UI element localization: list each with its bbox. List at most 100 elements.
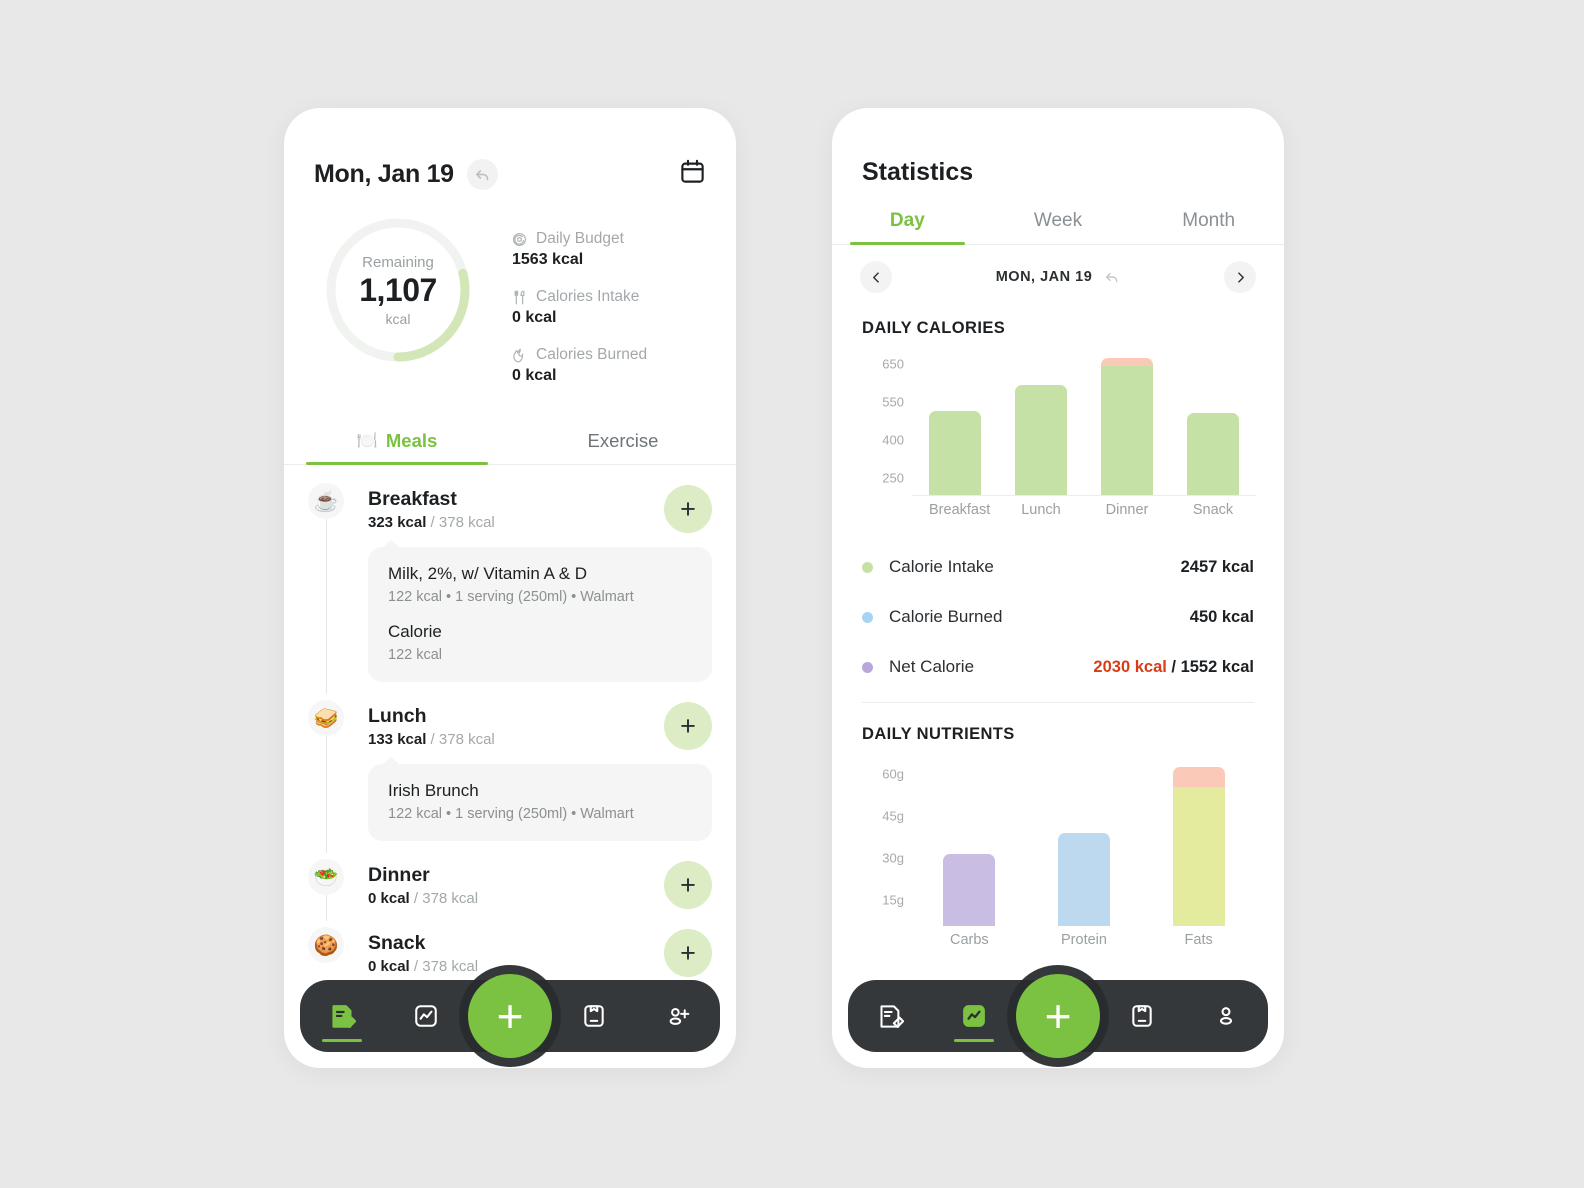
- legend-row-intake: Calorie Intake 2457 kcal: [862, 542, 1254, 592]
- nav-stats[interactable]: [384, 980, 468, 1052]
- prev-day-button[interactable]: [860, 261, 892, 293]
- food-name: Milk, 2%, w/ Vitamin A & D: [388, 564, 588, 583]
- meal-goal: / 378 kcal: [409, 889, 479, 907]
- x-axis: Carbs Protein Fats: [912, 932, 1256, 948]
- timeline-connector: [325, 736, 327, 853]
- plus-icon: +: [680, 937, 696, 968]
- plate-icon: 🍽️: [356, 431, 378, 450]
- daily-calories-title: DAILY CALORIES: [862, 319, 1006, 337]
- bar-lunch[interactable]: [1015, 356, 1067, 495]
- net-goal-value: / 1552 kcal: [1166, 657, 1254, 676]
- cookie-icon: 🍪: [308, 927, 344, 963]
- legend-value: 450 kcal: [1189, 607, 1254, 626]
- x-tick: Lunch: [1021, 502, 1061, 518]
- meal-name: Breakfast: [368, 487, 457, 510]
- nav-profile[interactable]: [636, 980, 720, 1052]
- add-entry-fab[interactable]: +: [468, 974, 552, 1058]
- bar-protein[interactable]: [1057, 766, 1110, 926]
- meal-consumed: 0 kcal: [368, 889, 410, 907]
- tab-month[interactable]: Month: [1133, 210, 1284, 244]
- daily-calories-chart: 650 550 400 250 Breakfast Lunch Dinner S…: [860, 356, 1256, 528]
- meal-section-breakfast: ☕ Breakfast 323 kcal / 378 kcal + Milk, …: [308, 465, 712, 694]
- legend-label: Net Calorie: [889, 657, 975, 676]
- calories-legend: Calorie Intake 2457 kcal Calorie Burned …: [862, 542, 1254, 703]
- legend-value: 2030 kcal / 1552 kcal: [1093, 658, 1254, 677]
- meal-goal: / 378 kcal: [426, 730, 495, 748]
- cutlery-icon: [514, 290, 525, 304]
- bars-area: [912, 356, 1256, 496]
- stat-label: Daily Budget: [536, 230, 624, 247]
- bar-breakfast[interactable]: [929, 356, 981, 495]
- x-tick: Fats: [1184, 932, 1213, 948]
- undo-icon[interactable]: [1104, 269, 1120, 285]
- food-card[interactable]: Milk, 2%, w/ Vitamin A & D 122 kcal • 1 …: [368, 540, 712, 682]
- food-name: Irish Brunch: [388, 781, 479, 800]
- bar-fats[interactable]: [1172, 766, 1225, 926]
- undo-button[interactable]: [466, 158, 498, 190]
- legend-value: 2457 kcal: [1180, 557, 1254, 576]
- tab-day[interactable]: Day: [832, 210, 983, 245]
- tab-meals[interactable]: 🍽️ Meals: [284, 430, 510, 465]
- add-snack-button[interactable]: +: [664, 929, 712, 977]
- plus-icon: +: [1044, 990, 1072, 1042]
- salad-icon: 🥗: [308, 859, 344, 895]
- meal-section-lunch: 🥪 Lunch 133 kcal / 378 kcal + Irish Brun…: [308, 682, 712, 853]
- food-meta: 122 kcal • 1 serving (250ml) • Walmart: [388, 589, 634, 605]
- meal-name: Snack: [368, 931, 426, 954]
- plus-icon: +: [496, 990, 524, 1042]
- bar-snack[interactable]: [1187, 356, 1239, 495]
- stats-icon: [415, 1005, 437, 1027]
- tab-exercise[interactable]: Exercise: [510, 430, 736, 464]
- legend-dot: [862, 611, 873, 623]
- add-dinner-button[interactable]: +: [664, 861, 712, 909]
- bottom-navbar: +: [848, 974, 1268, 1058]
- legend-row-burned: Calorie Burned 450 kcal: [862, 592, 1254, 642]
- nav-weight[interactable]: [1100, 980, 1184, 1052]
- plus-icon: +: [680, 710, 696, 741]
- bar-carbs[interactable]: [943, 766, 996, 926]
- sandwich-icon: 🥪: [308, 700, 344, 736]
- stats-list: Daily Budget 1563 kcal Calories Intake 0…: [512, 214, 647, 404]
- legend-dot: [862, 661, 873, 673]
- calorie-summary: Remaining 1,107 kcal Daily Budget 1563 k…: [284, 190, 736, 404]
- food-card[interactable]: Irish Brunch 122 kcal • 1 serving (250ml…: [368, 757, 712, 841]
- screenshot-canvas: Mon, Jan 19 Remaining 1,107 kcal Daily B…: [0, 0, 1584, 1188]
- nav-weight[interactable]: [552, 980, 636, 1052]
- chevron-right-icon: [1237, 271, 1244, 283]
- bar-segment-intake: [1101, 366, 1153, 495]
- nav-profile[interactable]: [1184, 980, 1268, 1052]
- y-tick: 550: [882, 394, 904, 410]
- bottom-navbar: +: [300, 974, 720, 1058]
- calendar-button[interactable]: [679, 158, 706, 190]
- x-tick: Carbs: [949, 932, 989, 948]
- bar-dinner[interactable]: [1101, 356, 1153, 495]
- add-lunch-button[interactable]: +: [664, 702, 712, 750]
- daily-nutrients-chart: 60g 45g 30g 15g Carbs Protein Fats: [860, 766, 1256, 956]
- diary-icon: [879, 1004, 904, 1028]
- bar-segment-fats: [1172, 787, 1225, 926]
- bars-area: [912, 766, 1256, 926]
- add-entry-fab[interactable]: +: [1016, 974, 1100, 1058]
- meal-consumed: 323 kcal: [368, 513, 427, 531]
- nav-diary[interactable]: [848, 980, 932, 1052]
- nav-stats[interactable]: [932, 980, 1016, 1052]
- diary-header: Mon, Jan 19: [284, 108, 736, 190]
- x-tick: Protein: [1061, 932, 1107, 948]
- bar-segment-protein: [1057, 833, 1110, 926]
- tab-week[interactable]: Week: [983, 210, 1134, 244]
- tab-label: Meals: [385, 430, 438, 451]
- nav-diary[interactable]: [300, 980, 384, 1052]
- x-tick: Breakfast: [929, 502, 991, 518]
- y-tick: 45g: [882, 808, 904, 824]
- add-breakfast-button[interactable]: +: [664, 485, 712, 533]
- tab-label: Exercise: [587, 430, 659, 451]
- meal-consumed: 133 kcal: [368, 730, 427, 748]
- x-tick: Dinner: [1105, 502, 1149, 518]
- target-icon: [512, 232, 527, 246]
- legend-dot: [862, 561, 873, 573]
- bar-segment-over: [1172, 767, 1225, 787]
- stat-calories-intake: Calories Intake 0 kcal: [512, 288, 647, 327]
- daily-nutrients-title: DAILY NUTRIENTS: [862, 725, 1015, 743]
- net-over-value: 2030 kcal: [1093, 657, 1167, 676]
- next-day-button[interactable]: [1224, 261, 1256, 293]
